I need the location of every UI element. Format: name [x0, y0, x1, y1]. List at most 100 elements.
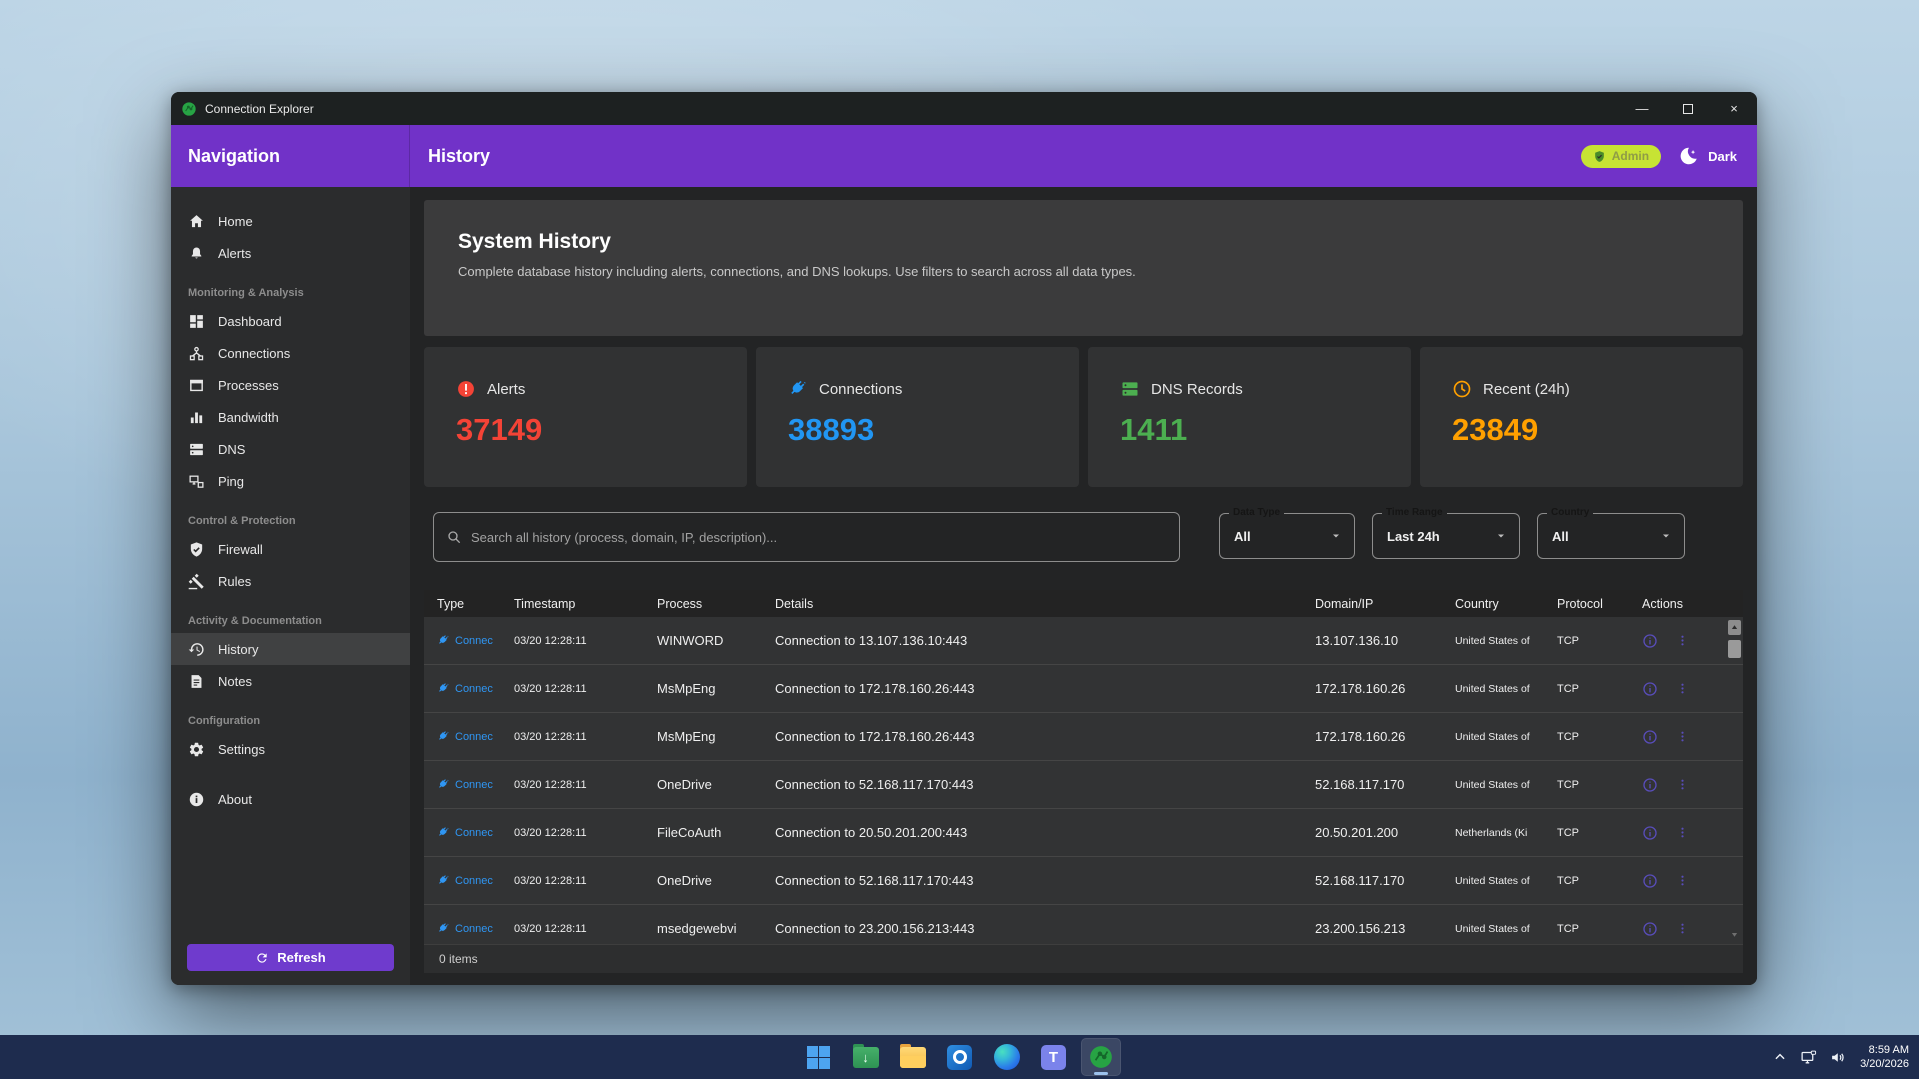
- table-row[interactable]: Connec 03/20 12:28:11 FileCoAuth Connect…: [424, 809, 1743, 857]
- time-range-label: Time Range: [1382, 507, 1447, 519]
- filter-dropdowns: Data Type All Time Range Last 24h Countr…: [1219, 507, 1685, 562]
- details-info-icon[interactable]: [1642, 777, 1658, 793]
- cell-details: Connection to 52.168.117.170:443: [775, 873, 974, 888]
- start-button[interactable]: [799, 1038, 839, 1076]
- sidebar-item-about[interactable]: About: [171, 783, 410, 815]
- details-info-icon[interactable]: [1642, 633, 1658, 649]
- data-type-select[interactable]: Data Type All: [1219, 507, 1355, 559]
- table-row[interactable]: Connec 03/20 12:28:11 msedgewebvi Connec…: [424, 905, 1743, 944]
- details-info-icon[interactable]: [1642, 873, 1658, 889]
- col-domain-ip: Domain/IP: [1315, 596, 1374, 611]
- plug-icon: [437, 826, 450, 839]
- window-titlebar[interactable]: Connection Explorer — ×: [171, 92, 1757, 125]
- row-menu-icon[interactable]: [1676, 874, 1689, 887]
- scroll-down-button[interactable]: [1728, 927, 1741, 941]
- teams-button[interactable]: T: [1034, 1038, 1074, 1076]
- sidebar-item-rules[interactable]: Rules: [171, 565, 410, 597]
- outlook-button[interactable]: [940, 1038, 980, 1076]
- tray-date: 3/20/2026: [1860, 1058, 1909, 1070]
- search-box[interactable]: [433, 512, 1180, 562]
- sidebar-item-alerts[interactable]: Alerts: [171, 237, 410, 269]
- cell-protocol: TCP: [1557, 826, 1579, 839]
- chevron-up-icon[interactable]: [1773, 1050, 1787, 1064]
- file-explorer-button[interactable]: [893, 1038, 933, 1076]
- row-menu-icon[interactable]: [1676, 922, 1689, 935]
- moon-icon: [1677, 145, 1699, 167]
- sidebar-section-configuration: Configuration: [188, 715, 261, 727]
- row-menu-icon[interactable]: [1676, 778, 1689, 791]
- window-body: Home Alerts Monitoring & Analysis Dashbo…: [171, 187, 1757, 985]
- folder-icon: [899, 1043, 926, 1068]
- sidebar-item-ping[interactable]: Ping: [171, 465, 410, 497]
- admin-badge[interactable]: Admin: [1580, 144, 1662, 168]
- sidebar-section-activity: Activity & Documentation: [188, 615, 322, 627]
- cell-domain-ip: 172.178.160.26: [1315, 729, 1406, 744]
- sidebar-header: Navigation: [171, 125, 410, 187]
- col-country: Country: [1455, 596, 1499, 611]
- devices-icon: [188, 473, 205, 490]
- cell-protocol: TCP: [1557, 922, 1579, 935]
- row-menu-icon[interactable]: [1676, 826, 1689, 839]
- network-display-icon[interactable]: [1800, 1049, 1817, 1066]
- speaker-icon[interactable]: [1830, 1049, 1847, 1066]
- refresh-button[interactable]: Refresh: [187, 944, 394, 971]
- sidebar-item-home[interactable]: Home: [171, 205, 410, 237]
- gavel-icon: [188, 573, 205, 590]
- cell-domain-ip: 13.107.136.10: [1315, 633, 1399, 648]
- info-icon: [188, 791, 205, 808]
- scrollbar-thumb[interactable]: [1728, 640, 1741, 658]
- maximize-button[interactable]: [1665, 92, 1711, 125]
- search-input[interactable]: [471, 529, 1167, 545]
- details-info-icon[interactable]: [1642, 681, 1658, 697]
- minimize-button[interactable]: —: [1619, 92, 1665, 125]
- close-button[interactable]: ×: [1711, 92, 1757, 125]
- sidebar-item-settings[interactable]: Settings: [171, 733, 410, 765]
- row-menu-icon[interactable]: [1676, 634, 1689, 647]
- table-row[interactable]: Connec 03/20 12:28:11 MsMpEng Connection…: [424, 665, 1743, 713]
- plug-icon: [437, 730, 450, 743]
- table-scrollbar[interactable]: [1728, 620, 1742, 941]
- row-menu-icon[interactable]: [1676, 730, 1689, 743]
- windows-logo-icon: [807, 1045, 830, 1069]
- downloads-folder-button[interactable]: ↓: [846, 1038, 886, 1076]
- sidebar-section-control: Control & Protection: [188, 515, 296, 527]
- download-folder-icon: ↓: [852, 1043, 879, 1068]
- table-row[interactable]: Connec 03/20 12:28:11 OneDrive Connectio…: [424, 857, 1743, 905]
- sidebar-item-dashboard[interactable]: Dashboard: [171, 305, 410, 337]
- sidebar-item-processes[interactable]: Processes: [171, 369, 410, 401]
- cell-actions: [1629, 825, 1743, 841]
- table-row[interactable]: Connec 03/20 12:28:11 OneDrive Connectio…: [424, 761, 1743, 809]
- plug-icon: [788, 379, 808, 399]
- col-timestamp: Timestamp: [514, 596, 576, 611]
- cell-process: FileCoAuth: [657, 825, 722, 840]
- stat-value-connections: 38893: [788, 412, 875, 447]
- details-info-icon[interactable]: [1642, 825, 1658, 841]
- page-title: History: [428, 145, 491, 166]
- sidebar-item-dns[interactable]: DNS: [171, 433, 410, 465]
- sidebar-item-firewall[interactable]: Firewall: [171, 533, 410, 565]
- connection-explorer-button[interactable]: [1080, 1038, 1121, 1076]
- sidebar-item-connections[interactable]: Connections: [171, 337, 410, 369]
- tray-clock[interactable]: 8:59 AM 3/20/2026: [1860, 1043, 1909, 1071]
- theme-toggle[interactable]: Dark: [1677, 145, 1737, 167]
- row-menu-icon[interactable]: [1676, 682, 1689, 695]
- details-info-icon[interactable]: [1642, 729, 1658, 745]
- hero-title: System History: [458, 230, 611, 253]
- cell-country: United States of: [1455, 634, 1530, 647]
- cell-domain-ip: 23.200.156.213: [1315, 921, 1406, 936]
- cell-timestamp: 03/20 12:28:11: [514, 874, 587, 887]
- cell-timestamp: 03/20 12:28:11: [514, 634, 587, 647]
- search-icon: [446, 529, 462, 545]
- country-select[interactable]: Country All: [1537, 507, 1685, 559]
- table-row[interactable]: Connec 03/20 12:28:11 MsMpEng Connection…: [424, 713, 1743, 761]
- cell-process: OneDrive: [657, 777, 712, 792]
- details-info-icon[interactable]: [1642, 921, 1658, 937]
- time-range-select[interactable]: Time Range Last 24h: [1372, 507, 1520, 559]
- sidebar-item-notes[interactable]: Notes: [171, 665, 410, 697]
- sidebar-item-bandwidth[interactable]: Bandwidth: [171, 401, 410, 433]
- scroll-up-button[interactable]: [1728, 620, 1741, 635]
- cell-details: Connection to 13.107.136.10:443: [775, 633, 968, 648]
- sidebar-item-history[interactable]: History: [171, 633, 410, 665]
- table-row[interactable]: Connec 03/20 12:28:11 WINWORD Connection…: [424, 617, 1743, 665]
- edge-button[interactable]: [987, 1038, 1027, 1076]
